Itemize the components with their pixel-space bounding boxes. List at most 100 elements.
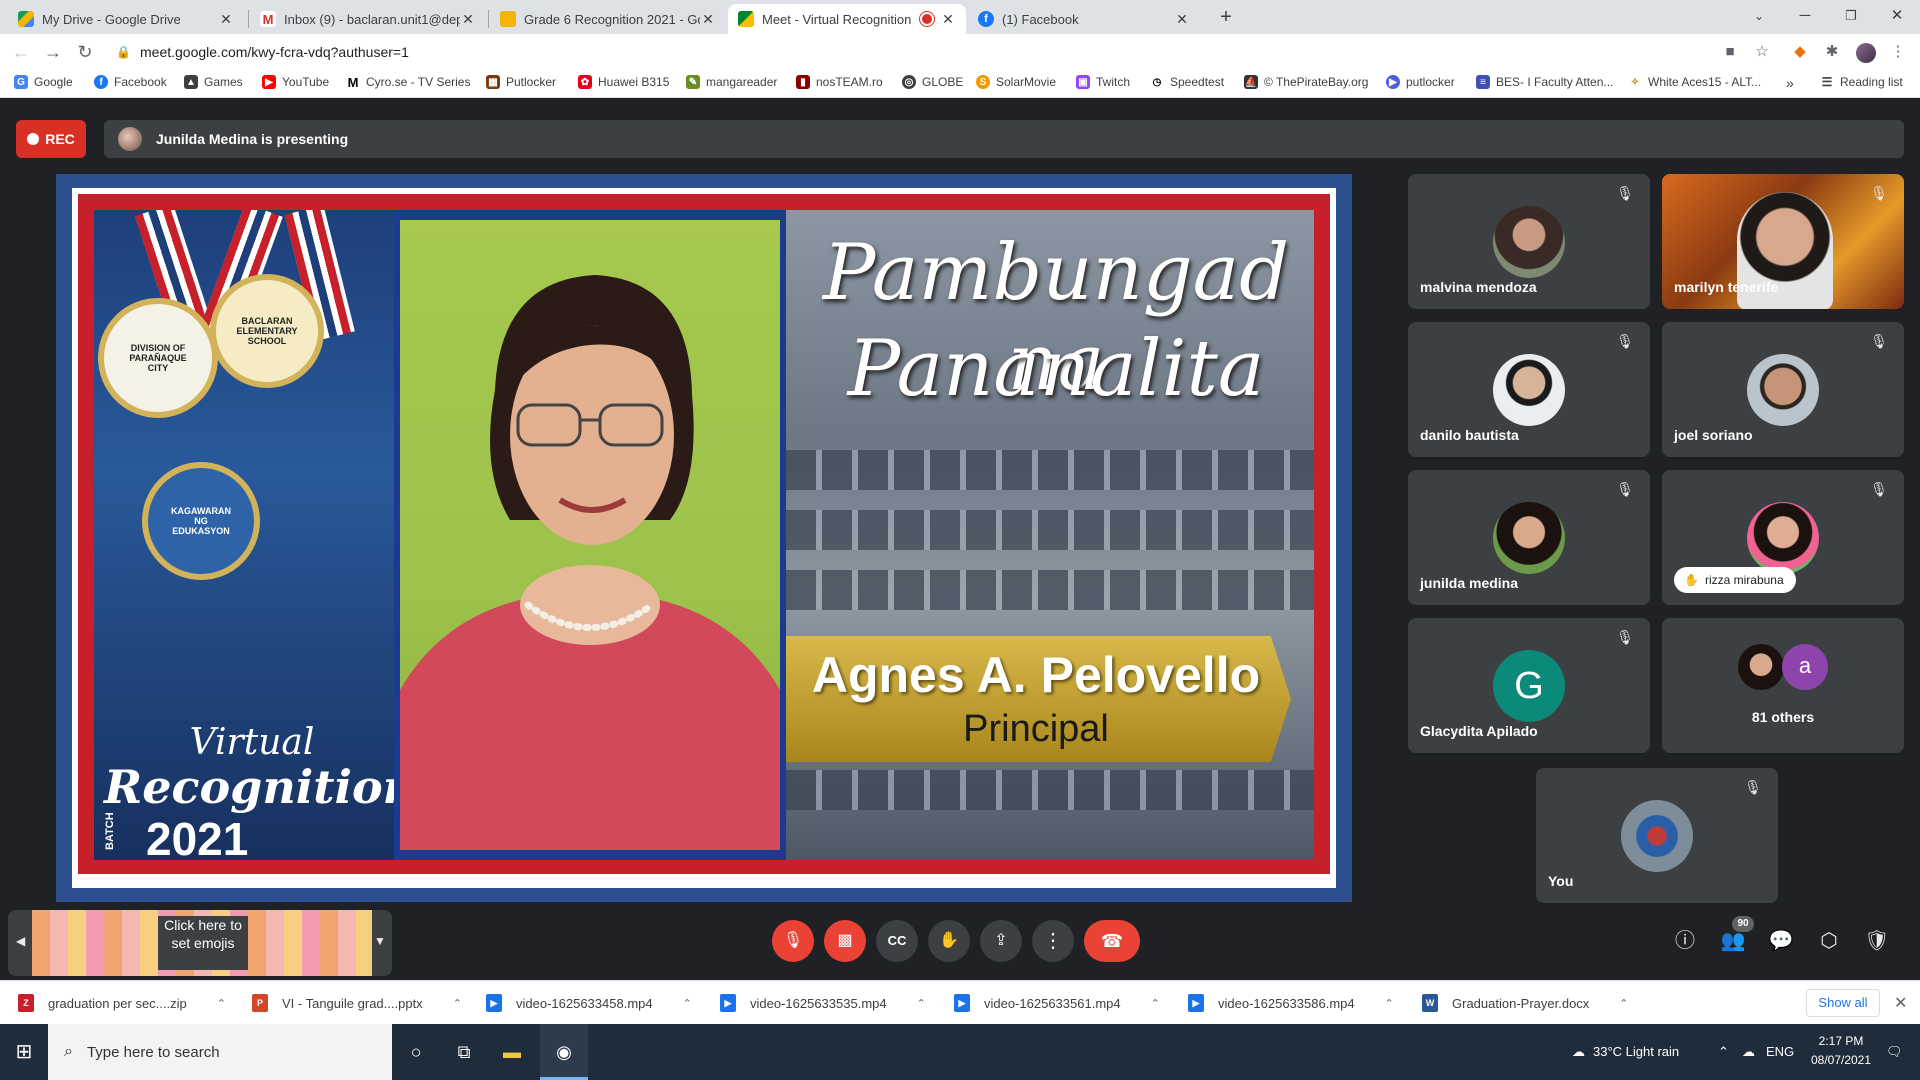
download-item[interactable]: P VI - Tanguile grad....pptx ⌃ bbox=[252, 991, 462, 1015]
download-item[interactable]: W Graduation-Prayer.docx ⌃ bbox=[1422, 991, 1629, 1015]
others-tile[interactable]: a 81 others bbox=[1662, 618, 1904, 753]
extensions-puzzle-icon[interactable]: ✱ bbox=[1822, 43, 1842, 63]
restore-button[interactable]: ❐ bbox=[1828, 0, 1874, 34]
download-item[interactable]: ▶ video-1625633458.mp4 ⌃ bbox=[486, 991, 692, 1015]
emoji-dropdown-icon[interactable]: ▼ bbox=[374, 934, 386, 948]
notifications-icon[interactable]: 🗨 bbox=[1886, 1024, 1903, 1080]
tab-google-meet[interactable]: Meet - Virtual Recognition ✕ bbox=[728, 4, 966, 34]
task-view-icon[interactable]: ⧉ bbox=[440, 1024, 488, 1080]
chevron-up-icon[interactable]: ⌃ bbox=[217, 997, 226, 1010]
bookmark-star-icon[interactable]: ☆ bbox=[1752, 43, 1772, 63]
chevron-up-icon[interactable]: ⌃ bbox=[1619, 997, 1628, 1010]
tab-facebook[interactable]: f (1) Facebook ✕ bbox=[968, 4, 1200, 34]
tray-overflow-icon[interactable]: ⌃ bbox=[1718, 1024, 1729, 1080]
bookmark-globe[interactable]: ◎ GLOBE bbox=[902, 75, 963, 89]
bookmark-piratebay[interactable]: ⛵ © ThePirateBay.org bbox=[1244, 75, 1368, 89]
close-tab-icon[interactable]: ✕ bbox=[700, 11, 716, 28]
participant-tile[interactable]: 🎙 junilda medina bbox=[1408, 470, 1650, 605]
participant-tile[interactable]: 🎙 malvina mendoza bbox=[1408, 174, 1650, 309]
tab-google-drive[interactable]: My Drive - Google Drive ✕ bbox=[8, 4, 244, 34]
bookmark-cyro[interactable]: M Cyro.se - TV Series bbox=[346, 75, 470, 90]
more-bookmarks-icon[interactable]: » bbox=[1786, 75, 1794, 91]
clock[interactable]: 2:17 PM 08/07/2021 bbox=[1796, 1032, 1886, 1070]
file-explorer-icon[interactable]: ▬ bbox=[488, 1024, 536, 1080]
reload-button[interactable]: ↻ bbox=[72, 40, 98, 66]
tab-google-slides[interactable]: Grade 6 Recognition 2021 - Goo ✕ bbox=[490, 4, 726, 34]
more-options-button[interactable]: ⋮ bbox=[1032, 920, 1074, 962]
camera-icon[interactable]: ■ bbox=[1720, 43, 1740, 63]
raise-hand-button[interactable]: ✋ bbox=[928, 920, 970, 962]
chrome-icon[interactable]: ◉ bbox=[540, 1024, 588, 1080]
chevron-up-icon[interactable]: ⌃ bbox=[683, 997, 692, 1010]
close-tab-icon[interactable]: ✕ bbox=[218, 11, 234, 28]
weather-widget[interactable]: ☁ 33°C Light rain bbox=[1572, 1024, 1679, 1080]
onedrive-icon[interactable]: ☁ bbox=[1742, 1024, 1755, 1080]
tab-gmail[interactable]: M Inbox (9) - baclaran.unit1@deped ✕ bbox=[250, 4, 486, 34]
leave-call-button[interactable]: ☎ bbox=[1084, 920, 1140, 962]
address-bar[interactable]: 🔒 meet.google.com/kwy-fcra-vdq?authuser=… bbox=[110, 37, 1710, 67]
extension-fox-icon[interactable]: ◆ bbox=[1790, 43, 1810, 63]
new-tab-button[interactable]: + bbox=[1214, 6, 1238, 30]
bookmark-putlocker2[interactable]: ▶ putlocker bbox=[1386, 75, 1455, 89]
captions-button[interactable]: CC bbox=[876, 920, 918, 962]
participant-tile[interactable]: G 🎙 Glacydita Apilado bbox=[1408, 618, 1650, 753]
bookmark-nosteam[interactable]: ▮ nosTEAM.ro bbox=[796, 75, 883, 89]
close-window-button[interactable]: ✕ bbox=[1874, 0, 1920, 34]
chat-icon[interactable]: 💬 bbox=[1766, 926, 1796, 956]
emoji-set-label[interactable]: Click here to set emojis bbox=[158, 916, 248, 970]
self-tile[interactable]: 🎙 You bbox=[1536, 768, 1778, 903]
camera-off-button[interactable]: ▩ bbox=[824, 920, 866, 962]
download-filename: video-1625633586.mp4 bbox=[1218, 995, 1355, 1011]
bookmark-whiteaces[interactable]: ✧ White Aces15 - ALT... bbox=[1628, 75, 1761, 89]
download-item[interactable]: ▶ video-1625633535.mp4 ⌃ bbox=[720, 991, 926, 1015]
activities-icon[interactable]: ⬡ bbox=[1814, 926, 1844, 956]
show-all-button[interactable]: Show all bbox=[1806, 989, 1880, 1017]
forward-button[interactable]: → bbox=[40, 40, 66, 66]
participant-tile[interactable]: 🎙 joel soriano bbox=[1662, 322, 1904, 457]
more-menu-icon[interactable]: ⋮ bbox=[1888, 43, 1908, 63]
tab-search-button[interactable]: ⌄ bbox=[1736, 0, 1782, 34]
emoji-extension-bar[interactable]: ◀ Click here to set emojis ▼ bbox=[8, 910, 392, 976]
chevron-up-icon[interactable]: ⌃ bbox=[1151, 997, 1160, 1010]
reading-list[interactable]: ☰ Reading list bbox=[1820, 75, 1903, 89]
download-item[interactable]: ▶ video-1625633586.mp4 ⌃ bbox=[1188, 991, 1394, 1015]
bookmark-mangareader[interactable]: ✎ mangareader bbox=[686, 75, 777, 89]
bookmark-putlocker[interactable]: ▦ Putlocker bbox=[486, 75, 556, 89]
meeting-details-icon[interactable]: ⓘ bbox=[1670, 926, 1700, 956]
bookmark-games[interactable]: ▲ Games bbox=[184, 75, 243, 89]
profile-avatar[interactable] bbox=[1856, 43, 1876, 63]
back-button[interactable]: ← bbox=[8, 40, 34, 66]
chevron-up-icon[interactable]: ⌃ bbox=[917, 997, 926, 1010]
facebook-icon: f bbox=[94, 75, 108, 89]
close-tab-icon[interactable]: ✕ bbox=[460, 11, 476, 28]
close-shelf-icon[interactable]: ✕ bbox=[1894, 993, 1907, 1013]
participant-tile[interactable]: 🎙 marilyn tenerife bbox=[1662, 174, 1904, 309]
download-item[interactable]: ▶ video-1625633561.mp4 ⌃ bbox=[954, 991, 1160, 1015]
host-controls-icon[interactable]: 🛡 bbox=[1862, 926, 1892, 956]
bookmark-speedtest[interactable]: ◷ Speedtest bbox=[1150, 75, 1224, 89]
chevron-up-icon[interactable]: ⌃ bbox=[1385, 997, 1394, 1010]
taskbar-search[interactable]: ⌕ Type here to search bbox=[48, 1024, 392, 1080]
chevron-up-icon[interactable]: ⌃ bbox=[453, 997, 462, 1010]
cortana-icon[interactable]: ○ bbox=[392, 1024, 440, 1080]
close-tab-icon[interactable]: ✕ bbox=[1174, 11, 1190, 28]
participant-tile[interactable]: 🎙 danilo bautista bbox=[1408, 322, 1650, 457]
mangareader-icon: ✎ bbox=[686, 75, 700, 89]
microphone-off-button[interactable]: 🎙 bbox=[772, 920, 814, 962]
language-indicator[interactable]: ENG bbox=[1766, 1024, 1794, 1080]
bookmark-huawei[interactable]: ✿ Huawei B315 bbox=[578, 75, 669, 89]
bookmark-solarmovie[interactable]: S SolarMovie bbox=[976, 75, 1056, 89]
present-screen-button[interactable]: ⇪ bbox=[980, 920, 1022, 962]
presentation-screen[interactable]: DIVISION OF PARAÑAQUE CITY BACLARAN ELEMENT… bbox=[56, 174, 1352, 902]
bookmark-google[interactable]: G Google bbox=[14, 75, 73, 89]
bookmark-bes[interactable]: ≡ BES- I Faculty Atten... bbox=[1476, 75, 1613, 89]
download-item[interactable]: Zgraduation per sec....zip ⌃ bbox=[18, 991, 226, 1015]
windows-start-icon[interactable]: ⊞ bbox=[0, 1024, 48, 1080]
minimize-button[interactable]: ─ bbox=[1782, 0, 1828, 34]
bookmark-facebook[interactable]: f Facebook bbox=[94, 75, 167, 89]
participant-tile[interactable]: 🎙 ✋ rizza mirabuna bbox=[1662, 470, 1904, 605]
bookmark-twitch[interactable]: ▣ Twitch bbox=[1076, 75, 1130, 89]
bookmark-youtube[interactable]: ▶ YouTube bbox=[262, 75, 329, 89]
emoji-prev-icon[interactable]: ◀ bbox=[16, 934, 25, 948]
close-tab-icon[interactable]: ✕ bbox=[940, 11, 956, 28]
